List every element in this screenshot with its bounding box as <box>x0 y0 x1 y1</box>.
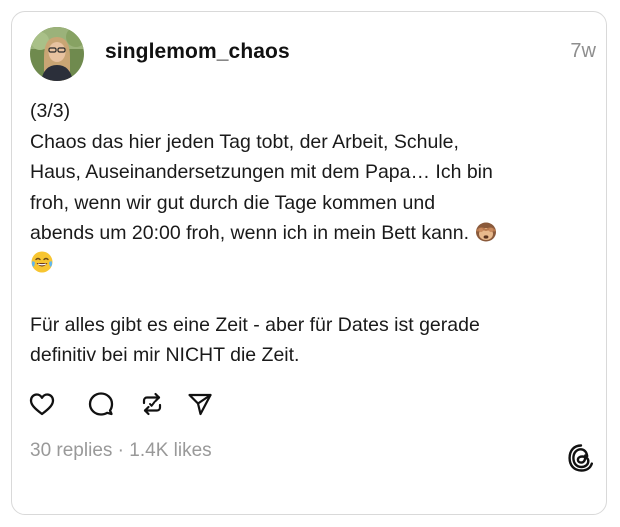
post-stats: 30 replies · 1.4K likes <box>30 440 212 462</box>
post-line: froh, wenn wir gut durch die Tage kommen… <box>30 191 436 214</box>
post-timestamp: 7w <box>570 40 596 62</box>
post-line: definitiv bei mir NICHT die Zeit. <box>30 344 300 366</box>
see-no-evil-monkey-icon <box>474 219 498 243</box>
likes-count[interactable]: 1.4K likes <box>129 440 211 461</box>
threads-logo-icon[interactable] <box>568 443 594 473</box>
repost-icon[interactable] <box>138 390 166 418</box>
post-line-with-emoji: abends um 20:00 froh, wenn ich in mein B… <box>30 218 575 249</box>
replies-count[interactable]: 30 replies <box>30 440 112 461</box>
face-with-tears-of-joy-icon <box>30 250 54 274</box>
post-line: abends um 20:00 froh, wenn ich in mein B… <box>30 222 470 244</box>
stats-separator: · <box>112 440 130 461</box>
avatar[interactable] <box>30 27 84 81</box>
username[interactable]: singlemom_chaos <box>105 40 290 64</box>
post-line-emoji-only <box>30 249 575 280</box>
share-icon[interactable] <box>186 390 214 418</box>
heart-icon[interactable] <box>28 390 56 418</box>
post-line: Für alles gibt es eine Zeit - aber für D… <box>30 313 480 336</box>
post-part-indicator: (3/3) <box>30 100 71 122</box>
post-text: (3/3) Chaos das hier jeden Tag tobt, der… <box>30 96 575 371</box>
post-line: Haus, Auseinandersetzungen mit dem Papa…… <box>30 161 493 183</box>
comment-icon[interactable] <box>87 390 115 418</box>
post-line: Chaos das hier jeden Tag tobt, der Arbei… <box>30 130 459 153</box>
